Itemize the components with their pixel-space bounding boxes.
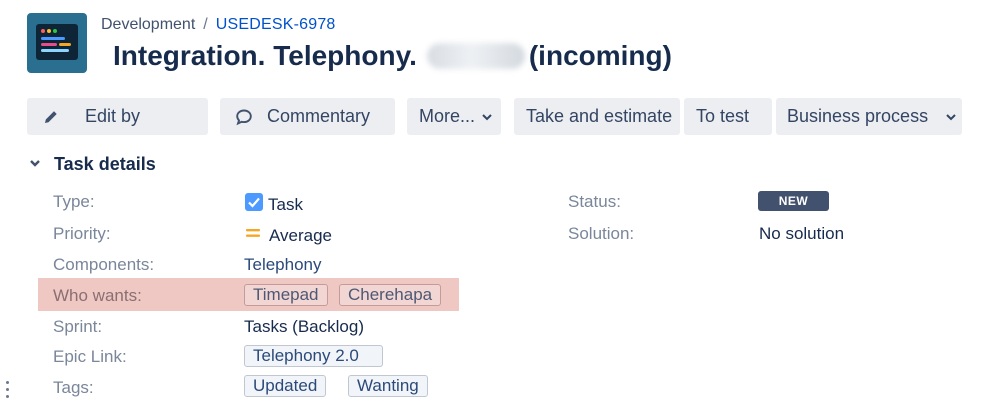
priority-label: Priority: [53, 224, 111, 243]
take-and-estimate-label: Take and estimate [526, 106, 673, 126]
priority-value-text: Average [269, 225, 333, 245]
solution-value: No solution [759, 224, 845, 243]
business-process-label: Business process [787, 106, 929, 126]
tags-label: Tags: [53, 378, 94, 397]
components-link[interactable]: Telephony [244, 255, 322, 275]
priority-value[interactable]: Average [244, 224, 332, 247]
tag-chip[interactable]: Wanting [348, 375, 428, 397]
to-test-label: To test [696, 106, 750, 126]
comment-button-label: Commentary [267, 106, 371, 126]
type-value-text: Task [268, 194, 303, 214]
who-wants-tag[interactable]: Cherehapa [339, 284, 442, 306]
solution-label: Solution: [568, 224, 635, 243]
project-avatar-screen [36, 24, 78, 60]
who-wants-label: Who wants: [53, 286, 142, 305]
sprint-value[interactable]: Tasks (Backlog) [244, 317, 364, 337]
components-label: Components: [53, 255, 155, 274]
status-badge[interactable]: NEW [758, 191, 829, 211]
epic-link-tag[interactable]: Telephony 2.0 [244, 345, 383, 367]
priority-medium-icon [244, 224, 262, 247]
business-process-button[interactable]: Business process [776, 98, 962, 135]
type-value[interactable]: Task [244, 192, 303, 217]
section-title: Task details [54, 154, 156, 174]
redacted-text [426, 43, 525, 69]
chevron-down-icon [945, 111, 957, 123]
sprint-label: Sprint: [53, 317, 103, 336]
edit-button-label: Edit by [85, 106, 141, 126]
chevron-down-icon [28, 154, 42, 175]
breadcrumb-issue-key[interactable]: USEDESK-6978 [216, 16, 336, 33]
checkbox-task-icon [244, 192, 264, 217]
take-and-estimate-button[interactable]: Take and estimate [514, 98, 680, 135]
to-test-button[interactable]: To test [684, 98, 772, 135]
epic-link-label: Epic Link: [53, 347, 127, 366]
tag-chip[interactable]: Updated [244, 375, 327, 397]
type-label: Type: [53, 192, 95, 211]
comment-button[interactable]: Commentary [220, 98, 395, 135]
issue-title-prefix: Integration. Telephony. [113, 40, 417, 71]
breadcrumb-project-link[interactable]: Development [101, 16, 195, 33]
who-wants-tag[interactable]: Timepad [244, 284, 328, 306]
issue-title[interactable]: Integration. Telephony. (incoming) [113, 40, 672, 72]
task-details-toggle[interactable]: Task details [28, 154, 156, 175]
pencil-icon [42, 108, 60, 126]
drag-handle-icon[interactable] [6, 381, 9, 399]
more-button[interactable]: More... [407, 98, 501, 135]
chevron-down-icon [481, 111, 493, 123]
project-avatar[interactable] [27, 13, 87, 73]
breadcrumb-separator: / [203, 16, 208, 33]
edit-button[interactable]: Edit by [27, 98, 208, 135]
speech-bubble-icon [234, 107, 254, 127]
more-button-label: More... [419, 106, 476, 126]
breadcrumb: Development / USEDESK-6978 [101, 16, 336, 34]
issue-title-suffix: (incoming) [528, 40, 672, 71]
status-label: Status: [568, 192, 621, 211]
